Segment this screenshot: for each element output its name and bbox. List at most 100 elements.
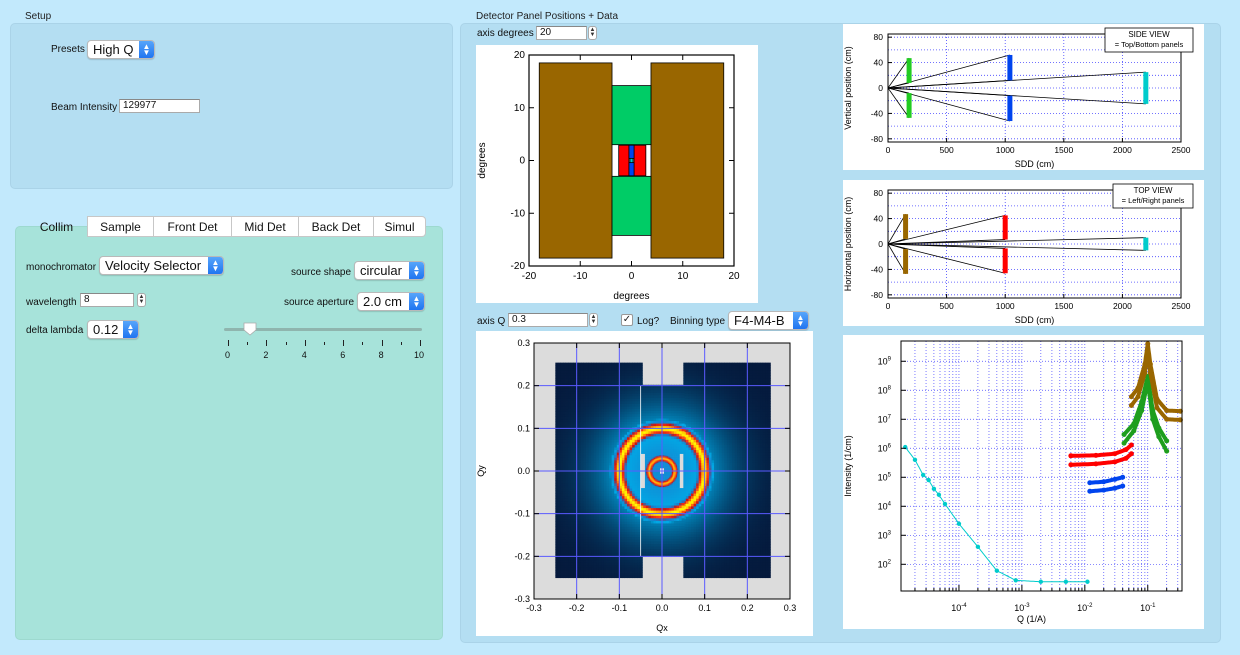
q-map-svg: -0.3-0.3 -0.2 -0.2 -0.1 -0.1 0.0 0.0 0.1 0.1 0.2 0… [476,338,797,633]
x-tick-label: 500 [940,301,954,311]
x-tick-label: 1500 [1054,145,1073,155]
source-aperture-popup[interactable]: 2.0 cm ▲ ▼ [357,292,425,311]
y-tick-label: 80 [874,32,884,42]
x-tick-label: -0.3 [526,603,542,613]
tab-bar: Collim Sample Front Det Mid Det Back Det… [26,216,426,237]
y-axis-label: Horizontal position (cm) [843,197,853,292]
slider-tick [228,340,229,346]
data-point [1145,341,1151,347]
detector-panel-marker [1143,237,1149,251]
x-axis-label: Qx [656,623,668,633]
x-tick-label: 0 [886,301,891,311]
chevron-updown-icon: ▲ ▼ [409,293,424,310]
slider[interactable]: 0 2 4 6 8 10 [224,322,424,367]
axis-degrees-stepper[interactable]: ▲ ▼ [588,26,597,40]
side-view-svg: 0 500 1000 1500 2000 2500 80 40 0 -40 -80 SDD (cm) V… [843,27,1194,169]
slider-tick-label: 8 [378,350,384,360]
data-point [1038,579,1044,584]
detector-panel-front-left [538,62,613,259]
y-tick-label: 109 [878,356,892,366]
presets-popup[interactable]: High Q ▲ ▼ [87,40,155,59]
legend-subtitle: = Top/Bottom panels [1115,40,1184,49]
slider-tick [304,340,306,346]
panel-map-svg: -20-20 -10 -10 0 0 10 10 20 20 degrees degrees [477,50,740,302]
series-mid-tb-2 [1087,483,1126,494]
slider-tick-label: 4 [301,350,307,360]
y-tick-label: 103 [878,530,892,540]
top-view-plot: 0 500 1000 1500 2000 2500 80 40 0 -40 -80 SDD (cm) H… [843,180,1204,326]
data-point [1145,350,1151,356]
x-tick-label: 1500 [1054,301,1073,311]
source-shape-value: circular [360,263,402,278]
delta-lambda-value: 0.12 [93,322,119,337]
y-tick-label: -80 [871,134,884,144]
legend-title: SIDE VIEW [1128,30,1170,39]
axis-degrees-field[interactable]: 20 [536,26,587,40]
tab-back-det[interactable]: Back Det [299,216,374,237]
data-point [1123,447,1129,453]
delta-lambda-popup[interactable]: 0.12 ▲ ▼ [87,320,139,339]
tab-simul[interactable]: Simul [374,216,426,237]
beam-intensity-field[interactable]: 129977 [119,99,200,113]
data-point [942,501,948,507]
data-point [1063,579,1069,584]
detector-group-label: Detector Panel Positions + Data [476,11,619,22]
collim-panel [15,226,443,640]
y-tick-label: -80 [871,290,884,300]
y-tick-label: -20 [511,261,526,272]
data-point [1112,485,1118,491]
data-point [912,457,918,463]
log-checkbox[interactable]: ✓ [621,314,633,326]
data-point [1131,428,1137,434]
axis-q-stepper[interactable]: ▲ ▼ [589,313,598,327]
source-aperture-value: 2.0 cm [363,294,403,309]
y-axis-label: degrees [477,142,488,178]
source-shape-popup[interactable]: circular ▲ ▼ [354,261,425,280]
data-point [1156,434,1162,440]
wavelength-stepper[interactable]: ▲ ▼ [137,293,146,307]
checkmark-icon: ✓ [622,314,632,325]
slider-thumb[interactable] [243,322,257,336]
top-view-svg: 0 500 1000 1500 2000 2500 80 40 0 -40 -80 SDD (cm) H… [843,183,1194,325]
y-tick-label: 108 [878,385,892,395]
tab-sample[interactable]: Sample [87,216,154,237]
monochromator-popup[interactable]: Velocity Selector ▲ ▼ [99,256,224,275]
x-tick-label: 0 [629,271,635,282]
x-tick-label: 0 [886,145,891,155]
wavelength-label: wavelength [26,297,77,308]
log-label: Log? [637,316,660,327]
x-tick-label: 10-3 [1014,603,1030,613]
y-tick-label: -0.3 [514,594,530,604]
y-tick-label: 10 [514,103,526,114]
wavelength-field[interactable]: 8 [80,293,134,307]
ray-line [887,54,1010,89]
y-tick-label: -0.2 [514,551,530,561]
x-tick-label: 0.3 [784,603,797,613]
axis-q-label: axis Q [477,316,506,327]
x-tick-label: 1000 [996,145,1015,155]
series-back [903,444,1090,584]
x-tick-label: -0.1 [612,603,628,613]
y-tick-label: 0 [878,83,883,93]
data-point [1085,579,1090,584]
y-tick-label: 105 [878,472,892,482]
slider-tick-label: 10 [414,350,425,360]
data-point [975,544,981,550]
binning-type-popup[interactable]: F4-M4-B ▲ ▼ [728,311,809,330]
detector-panel-marker [903,214,909,239]
slider-tick [285,342,287,345]
tab-mid-det[interactable]: Mid Det [232,216,299,237]
data-point [1013,578,1018,583]
y-tick-label: 104 [878,501,892,511]
tab-collim[interactable]: Collim [26,216,87,237]
series-line [1068,443,1134,458]
data-point [1135,394,1141,400]
data-point [1120,483,1126,489]
monochromator-label: monochromator [26,262,97,273]
data-point [1139,408,1145,414]
tab-front-det[interactable]: Front Det [154,216,232,237]
ray-line [887,243,1146,251]
slider-tick [362,342,364,345]
axis-q-field[interactable]: 0.3 [508,313,588,327]
y-tick-label: 0 [519,156,525,167]
